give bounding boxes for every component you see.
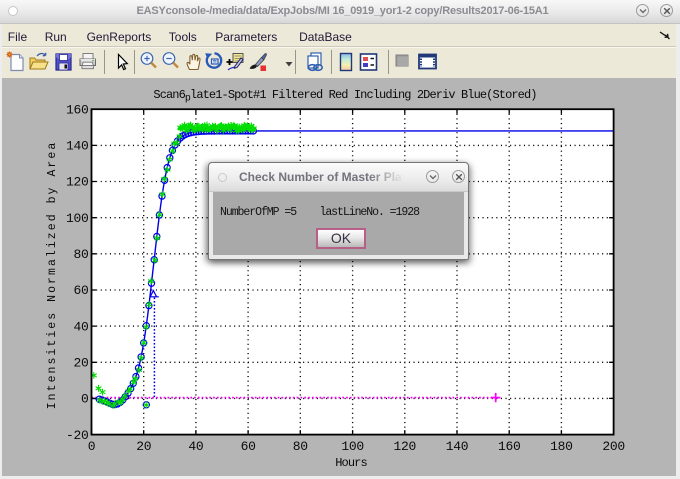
svg-text:0: 0 (81, 392, 89, 407)
svg-text:200: 200 (602, 439, 625, 454)
svg-text:40: 40 (73, 319, 88, 334)
svg-text:-20: -20 (66, 428, 89, 443)
svg-text:180: 180 (550, 439, 573, 454)
svg-text:0: 0 (88, 439, 96, 454)
svg-text:20: 20 (136, 439, 151, 454)
svg-text:80: 80 (73, 247, 88, 262)
svg-text:100: 100 (66, 211, 89, 226)
svg-text:100: 100 (341, 439, 364, 454)
svg-text:60: 60 (73, 283, 88, 298)
svg-text:140: 140 (446, 439, 469, 454)
svg-text:60: 60 (241, 439, 256, 454)
svg-text:140: 140 (66, 139, 89, 154)
svg-text:Intensities Normalized by Area: Intensities Normalized by Area (46, 141, 59, 410)
svg-text:120: 120 (394, 439, 417, 454)
svg-text:120: 120 (66, 175, 89, 190)
svg-text:80: 80 (293, 439, 308, 454)
svg-text:160: 160 (66, 102, 89, 117)
svg-text:40: 40 (188, 439, 203, 454)
svg-text:20: 20 (73, 356, 88, 371)
svg-text:Hours: Hours (335, 456, 367, 470)
svg-text:160: 160 (498, 439, 521, 454)
